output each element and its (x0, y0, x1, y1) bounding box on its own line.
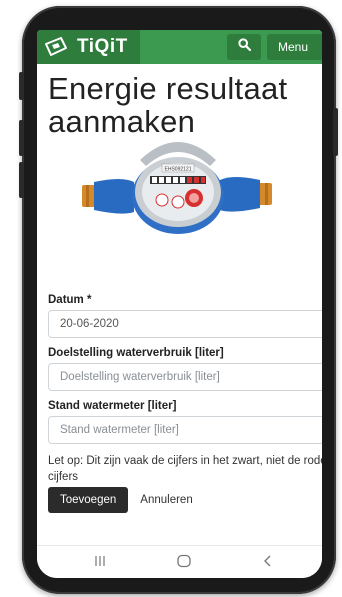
target-field-group: Doelstelling waterverbruik [liter] (48, 347, 322, 391)
brand-logo[interactable]: TiQiT (37, 30, 140, 64)
search-icon (237, 38, 251, 56)
power-button (333, 108, 338, 156)
back-icon (262, 554, 274, 573)
home-button[interactable] (173, 554, 195, 572)
svg-text:EHS092121: EHS092121 (165, 167, 192, 173)
cancel-button[interactable]: Annuleren (140, 494, 192, 506)
meter-reading-label: Stand watermeter [liter] (48, 400, 177, 412)
page-title: Energie resultaat aanmaken (48, 71, 288, 139)
search-button[interactable] (227, 34, 261, 60)
volume-button (19, 72, 24, 100)
recents-button[interactable] (89, 554, 111, 572)
brand-name: TiQiT (77, 36, 128, 57)
reading-field-group: Stand watermeter [liter] (48, 400, 322, 444)
ticket-logo-icon (43, 36, 69, 58)
form-actions: Toevoegen Annuleren (48, 487, 322, 513)
home-icon (176, 554, 192, 573)
volume-up-button (19, 120, 24, 156)
date-field-group: Datum * (48, 294, 322, 338)
back-button[interactable] (257, 554, 279, 572)
add-button[interactable]: Toevoegen (48, 487, 129, 513)
recents-icon (93, 554, 107, 572)
date-label: Datum * (48, 294, 92, 306)
main-content: Energie resultaat aanmaken (48, 72, 322, 138)
reading-hint: Let op: Dit zijn vaak de cijfers in het … (48, 455, 322, 483)
result-form: Datum * Doelstelling waterverbruik [lite… (48, 294, 322, 513)
meter-reading-input[interactable] (48, 416, 322, 444)
menu-button[interactable]: Menu (267, 34, 322, 60)
target-usage-input[interactable] (48, 363, 322, 391)
target-usage-label: Doelstelling waterverbruik [liter] (48, 347, 224, 359)
phone-screen: TiQiT Menu Energie resultaat aanmaken EH… (37, 30, 322, 578)
system-navigation-bar (37, 545, 322, 578)
top-navbar: TiQiT Menu (37, 30, 322, 64)
volume-down-button (19, 162, 24, 198)
water-meter-image: EHS092121 (82, 142, 272, 234)
date-field[interactable] (48, 310, 322, 338)
